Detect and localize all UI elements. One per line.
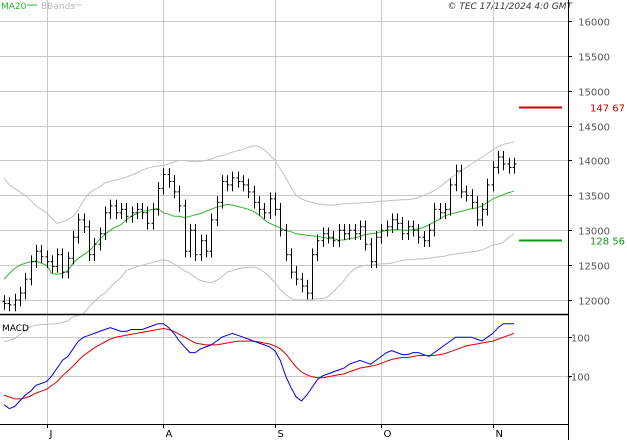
legend-bbands-label: BBands [41, 2, 75, 12]
macd-tick-label: -100 [567, 373, 590, 384]
macd-tick-label: 100 [571, 334, 590, 345]
source-timestamp: © TEC 17/11/2024 4:0 GMT [447, 2, 573, 12]
price-tick-label: 16000 [578, 18, 610, 29]
chart-background [0, 0, 627, 440]
price-tick-label: 12500 [578, 262, 610, 273]
legend-ma20-label: MA20 [1, 2, 27, 12]
x-tick-label: O [384, 429, 392, 440]
x-tick-label: S [278, 429, 284, 440]
stock-chart: MA20 BBands © TEC 17/11/2024 4:0 GMT 120… [0, 0, 627, 440]
price-tick-label: 13500 [578, 192, 610, 203]
price-tick-label: 15500 [578, 53, 610, 64]
x-tick-label: J [49, 429, 53, 440]
price-tick-label: 14500 [578, 123, 610, 134]
x-tick-label: N [496, 429, 503, 440]
support-level-label: 128 56 [590, 237, 625, 248]
price-tick-label: 15000 [578, 88, 610, 99]
price-tick-label: 12000 [578, 297, 610, 308]
x-tick-label: A [166, 429, 173, 440]
resistance-level-label: 147 67 [590, 104, 625, 115]
macd-title: MACD [2, 324, 29, 334]
price-axis-labels: 1200012500130001350014000145001500015500… [578, 18, 610, 308]
price-tick-label: 14000 [578, 157, 610, 168]
